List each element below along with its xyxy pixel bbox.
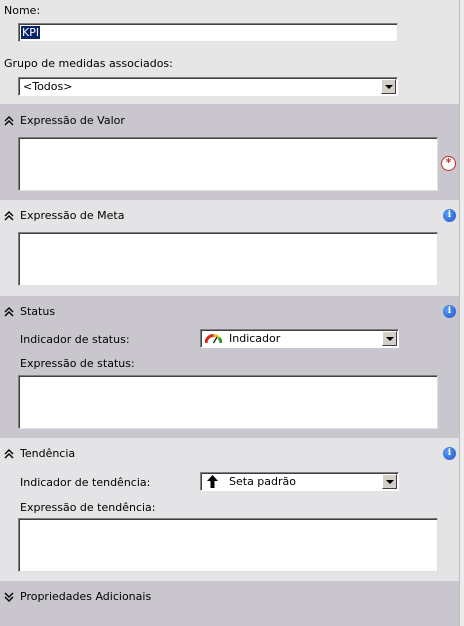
additional-properties-title[interactable]: Propriedades Adicionais [20,590,151,603]
trend-indicator-value: Seta padrão [229,475,296,488]
measure-group-select[interactable]: <Todos> [18,77,398,96]
measure-group-value: <Todos> [23,80,73,93]
collapse-chevron-icon[interactable] [4,211,14,221]
collapse-chevron-icon[interactable] [4,307,14,317]
info-icon[interactable]: i [443,447,456,460]
panel-right-edge [459,0,464,626]
measure-group-label: Grupo de medidas associados: [4,57,173,70]
goal-expression-input[interactable] [18,232,438,286]
expand-chevron-icon[interactable] [4,592,14,602]
value-expression-title[interactable]: Expressão de Valor [20,114,125,127]
trend-indicator-select[interactable]: Seta padrão [200,472,399,491]
value-expression-section: Expressão de Valor * [0,104,459,200]
info-icon[interactable]: i [443,305,456,318]
dropdown-arrow-icon[interactable] [382,474,397,489]
dropdown-arrow-icon[interactable] [382,331,397,346]
status-expression-input[interactable] [18,375,438,429]
kpi-form: Nome: KPI Grupo de medidas associados: <… [0,0,464,626]
trend-title[interactable]: Tendência [20,447,75,460]
status-indicator-value: Indicador [229,332,281,345]
trend-section: Tendência i Indicador de tendência: Seta… [0,438,459,581]
status-section: Status i Indicador de status: Indicador … [0,296,459,438]
status-expression-label: Expressão de status: [20,357,135,370]
collapse-chevron-icon[interactable] [4,116,14,126]
general-properties: Nome: KPI Grupo de medidas associados: <… [0,0,464,104]
value-expression-input[interactable] [18,137,438,191]
arrow-up-icon [207,475,218,488]
info-icon[interactable]: i [443,209,456,222]
name-input[interactable]: KPI [18,23,398,42]
name-label: Nome: [4,4,41,17]
name-value: KPI [21,26,41,39]
trend-expression-label: Expressão de tendência: [20,501,156,514]
goal-expression-section: Expressão de Meta i [0,200,459,296]
dropdown-arrow-icon[interactable] [381,79,396,94]
additional-properties-section: Propriedades Adicionais [0,581,459,626]
trend-indicator-label: Indicador de tendência: [20,476,151,489]
trend-expression-input[interactable] [18,518,438,572]
collapse-chevron-icon[interactable] [4,449,14,459]
gauge-icon [205,334,222,344]
status-indicator-select[interactable]: Indicador [200,329,399,348]
status-indicator-label: Indicador de status: [20,333,130,346]
error-required-icon: * [441,156,456,171]
status-title[interactable]: Status [20,305,55,318]
goal-expression-title[interactable]: Expressão de Meta [20,209,124,222]
